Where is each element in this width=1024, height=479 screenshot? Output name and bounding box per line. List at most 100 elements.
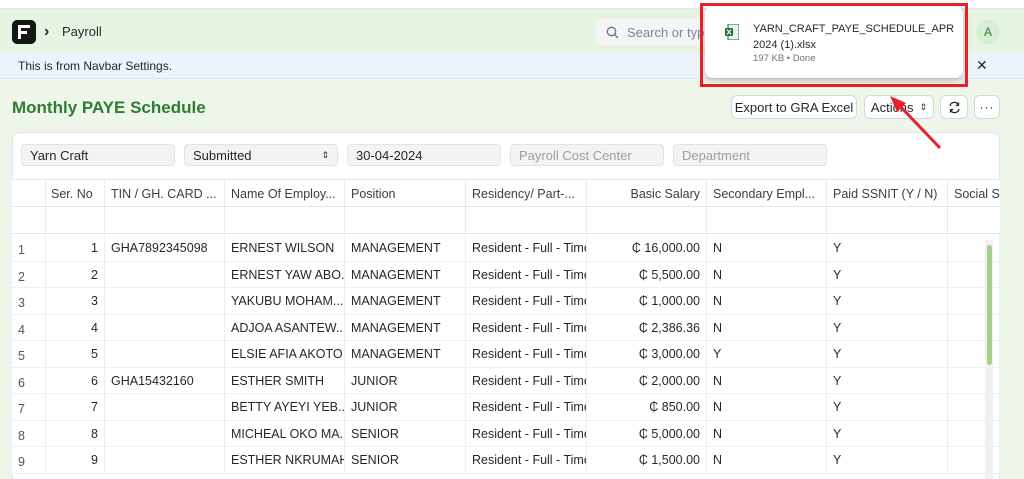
cell-basic-salary[interactable]: ₵ 1,000.00 (587, 288, 707, 314)
cell-name[interactable]: MICHEAL OKO MA... (225, 420, 345, 447)
cell-ssnit[interactable]: Y (827, 261, 948, 288)
header-secondary[interactable]: Secondary Empl... (707, 180, 827, 208)
cell-position[interactable]: MANAGEMENT (345, 314, 466, 341)
cell-ssnit[interactable]: Y (827, 314, 948, 341)
search-input[interactable]: Search or type (627, 25, 712, 40)
cell-ssnit[interactable]: Y (827, 394, 948, 420)
cell-position[interactable]: MANAGEMENT (345, 341, 466, 367)
cell-ssnit[interactable]: Y (827, 367, 948, 394)
header-ser-no[interactable]: Ser. No (46, 180, 105, 208)
cell-ser-no[interactable]: 2 (46, 261, 105, 288)
header-ssnit[interactable]: Paid SSNIT (Y / N) (827, 180, 948, 208)
cell-basic-salary[interactable]: ₵ 1,500.00 (587, 447, 707, 473)
avatar[interactable]: A (976, 20, 1000, 44)
cell-ser-no[interactable]: 8 (46, 420, 105, 447)
cell-tin[interactable] (105, 288, 225, 314)
filter-cell[interactable] (587, 207, 707, 234)
cell-position[interactable]: MANAGEMENT (345, 288, 466, 314)
cell-ssnit[interactable]: Y (827, 447, 948, 473)
cell-basic-salary[interactable]: ₵ 16,000.00 (587, 235, 707, 261)
cell-tin[interactable] (105, 394, 225, 420)
cell-residency[interactable]: Resident - Full - Time (466, 367, 587, 394)
cell-secondary[interactable]: N (707, 367, 827, 394)
header-residency[interactable]: Residency/ Part-... (466, 180, 587, 208)
cell-secondary[interactable]: N (707, 420, 827, 447)
cell-ser-no[interactable]: 3 (46, 288, 105, 314)
department-filter[interactable]: Department (673, 144, 827, 166)
table-row[interactable]: 5 5 ELSIE AFIA AKOTO MANAGEMENT Resident - F… (12, 341, 1000, 368)
export-gra-excel-button[interactable]: Export to GRA Excel (731, 95, 857, 119)
filter-cell[interactable] (225, 207, 345, 234)
filter-cell[interactable] (345, 207, 466, 234)
cell-ssnit[interactable]: Y (827, 420, 948, 447)
cell-secondary[interactable]: N (707, 447, 827, 473)
cell-ser-no[interactable]: 9 (46, 447, 105, 473)
cell-ssnit[interactable]: Y (827, 341, 948, 367)
cell-name[interactable]: BETTY AYEYI YEB... (225, 394, 345, 420)
cell-name[interactable]: ADJOA ASANTEW... (225, 314, 345, 341)
cell-secondary[interactable]: N (707, 394, 827, 420)
cell-tin[interactable] (105, 314, 225, 341)
cell-basic-salary[interactable]: ₵ 2,000.00 (587, 367, 707, 394)
cell-basic-salary[interactable]: ₵ 5,000.00 (587, 420, 707, 447)
filter-cell[interactable] (707, 207, 827, 234)
app-logo[interactable] (12, 20, 36, 44)
cell-residency[interactable]: Resident - Full - Time (466, 288, 587, 314)
cell-position[interactable]: MANAGEMENT (345, 261, 466, 288)
cell-ser-no[interactable]: 4 (46, 314, 105, 341)
table-row[interactable]: 2 2 ERNEST YAW ABO... MANAGEMENT Resident - … (12, 261, 1000, 288)
cell-position[interactable]: JUNIOR (345, 394, 466, 420)
cost-center-filter[interactable]: Payroll Cost Center (510, 144, 664, 166)
cell-residency[interactable]: Resident - Full - Time (466, 261, 587, 288)
cell-secondary[interactable]: N (707, 235, 827, 261)
cell-ssnit[interactable]: Y (827, 288, 948, 314)
cell-residency[interactable]: Resident - Full - Time (466, 394, 587, 420)
status-filter[interactable]: Submitted ⇕ (184, 144, 338, 166)
header-position[interactable]: Position (345, 180, 466, 208)
table-row[interactable]: 8 8 MICHEAL OKO MA... SENIOR Resident - Full… (12, 420, 1000, 447)
cell-tin[interactable] (105, 341, 225, 367)
cell-secondary[interactable]: N (707, 261, 827, 288)
header-name[interactable]: Name Of Employ... (225, 180, 345, 208)
date-filter[interactable]: 30-04-2024 (347, 144, 501, 166)
table-row[interactable]: 3 3 YAKUBU MOHAM... MANAGEMENT Resident - Fu… (12, 288, 1000, 315)
company-filter[interactable]: Yarn Craft (21, 144, 175, 166)
cell-name[interactable]: ERNEST YAW ABO... (225, 261, 345, 288)
table-row[interactable]: 7 7 BETTY AYEYI YEB... JUNIOR Resident - Ful… (12, 394, 1000, 421)
filter-cell[interactable] (466, 207, 587, 234)
cell-name[interactable]: ELSIE AFIA AKOTO (225, 341, 345, 367)
cell-tin[interactable] (105, 447, 225, 473)
filter-cell[interactable] (46, 207, 105, 234)
cell-position[interactable]: JUNIOR (345, 367, 466, 394)
actions-button[interactable]: Actions ⇕ (864, 95, 934, 119)
cell-residency[interactable]: Resident - Full - Time (466, 314, 587, 341)
cell-ser-no[interactable]: 6 (46, 367, 105, 394)
cell-secondary[interactable]: Y (707, 341, 827, 367)
cell-secondary[interactable]: N (707, 314, 827, 341)
cell-name[interactable]: ESTHER SMITH (225, 367, 345, 394)
table-row[interactable]: 9 9 ESTHER NKRUMAH SENIOR Resident - Full - … (12, 447, 1000, 474)
cell-residency[interactable]: Resident - Full - Time (466, 447, 587, 473)
header-tin[interactable]: TIN / GH. CARD ... (105, 180, 225, 208)
cell-basic-salary[interactable]: ₵ 850.00 (587, 394, 707, 420)
cell-position[interactable]: SENIOR (345, 447, 466, 473)
cell-basic-salary[interactable]: ₵ 2,386.36 (587, 314, 707, 341)
refresh-button[interactable] (940, 95, 968, 119)
cell-ser-no[interactable]: 5 (46, 341, 105, 367)
table-row[interactable]: 4 4 ADJOA ASANTEW... MANAGEMENT Resident - F… (12, 314, 1000, 341)
cell-residency[interactable]: Resident - Full - Time (466, 235, 587, 261)
cell-ssnit[interactable]: Y (827, 235, 948, 261)
more-options-button[interactable]: ··· (974, 95, 1000, 119)
cell-residency[interactable]: Resident - Full - Time (466, 341, 587, 367)
filter-cell[interactable] (827, 207, 948, 234)
close-icon[interactable]: ✕ (976, 57, 988, 74)
cell-name[interactable]: ERNEST WILSON (225, 235, 345, 261)
cell-tin[interactable] (105, 420, 225, 447)
table-row[interactable]: 1 1 GHA7892345098 ERNEST WILSON MANAGEMENT Re… (12, 235, 1000, 262)
cell-ser-no[interactable]: 7 (46, 394, 105, 420)
cell-position[interactable]: MANAGEMENT (345, 235, 466, 261)
cell-secondary[interactable]: N (707, 288, 827, 314)
cell-ser-no[interactable]: 1 (46, 235, 105, 261)
cell-basic-salary[interactable]: ₵ 5,500.00 (587, 261, 707, 288)
scrollbar-thumb[interactable] (987, 245, 992, 365)
